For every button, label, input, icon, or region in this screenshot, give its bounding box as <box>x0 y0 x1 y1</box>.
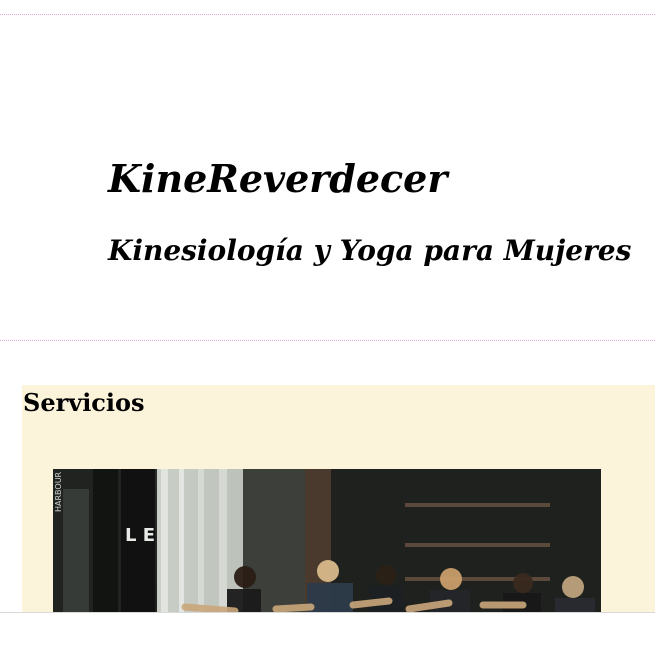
site-title[interactable]: KineReverdecer <box>108 155 447 203</box>
header-top-divider <box>0 14 655 15</box>
browser-bottom-area <box>0 612 655 665</box>
sign-text-harbour: HARBOUR <box>54 471 63 512</box>
header-bottom-divider <box>0 340 655 341</box>
site-subtitle: Kinesiología y Yoga para Mujeres <box>108 234 632 267</box>
services-heading: Servicios <box>23 388 145 417</box>
